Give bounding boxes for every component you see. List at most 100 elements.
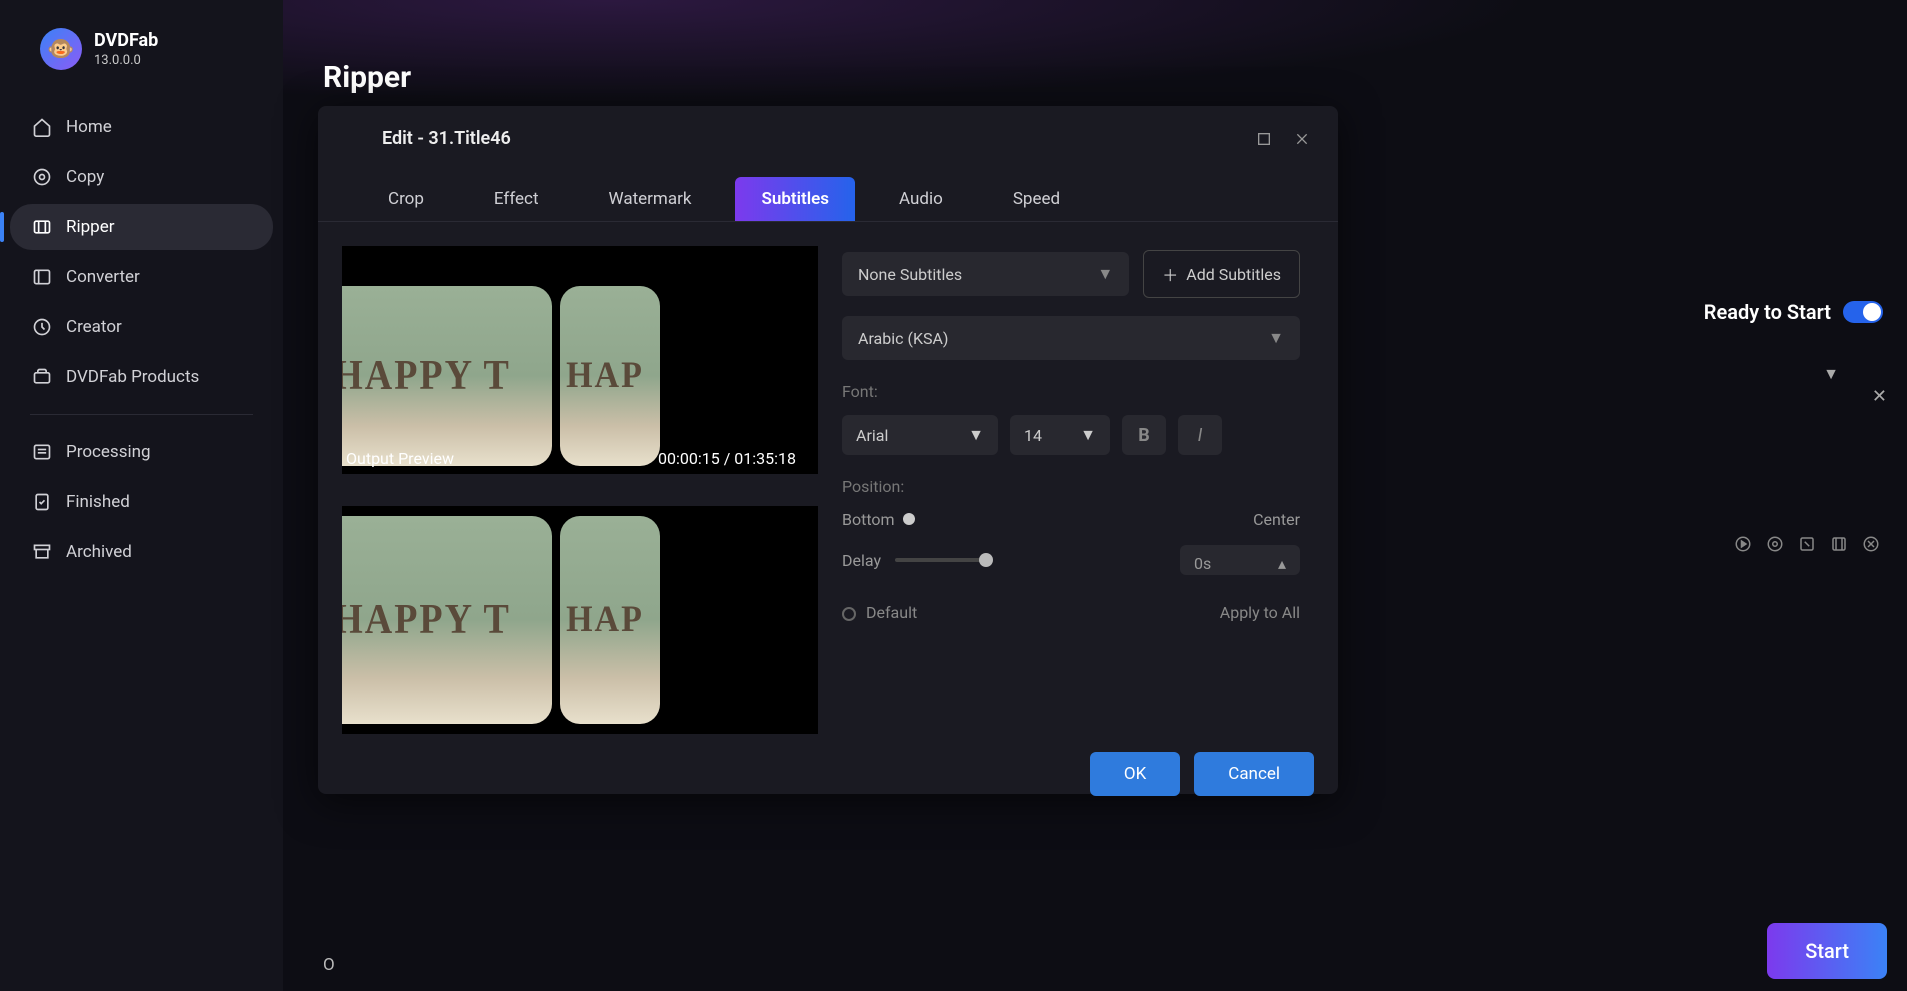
sidebar-item-label: Archived (66, 542, 132, 562)
start-button[interactable]: Start (1767, 923, 1887, 979)
tab-watermark[interactable]: Watermark (583, 177, 718, 221)
add-subtitles-button[interactable]: ＋ Add Subtitles (1143, 250, 1300, 298)
subtitle-select-value: None Subtitles (858, 265, 962, 284)
tab-crop[interactable]: Crop (362, 177, 450, 221)
sidebar-item-label: Creator (66, 317, 122, 337)
processing-icon (32, 442, 52, 462)
page-title: Ripper (323, 60, 1867, 95)
nav-divider (30, 414, 253, 415)
sidebar-item-archived[interactable]: Archived (10, 529, 273, 575)
sidebar-item-processing[interactable]: Processing (10, 429, 273, 475)
home-icon (32, 117, 52, 137)
font-family-value: Arial (856, 426, 888, 445)
crop-icon[interactable] (1829, 534, 1849, 554)
tab-subtitles[interactable]: Subtitles (735, 177, 855, 221)
archived-icon (32, 542, 52, 562)
chevron-down-icon[interactable]: ▼ (1823, 364, 1839, 384)
sidebar-item-label: Copy (66, 167, 104, 187)
chevron-down-icon: ▼ (968, 425, 984, 445)
tab-effect[interactable]: Effect (468, 177, 565, 221)
tab-speed[interactable]: Speed (987, 177, 1086, 221)
modal-header: Edit - 31.Title46 (318, 106, 1338, 159)
creator-icon (32, 317, 52, 337)
converter-icon (32, 267, 52, 287)
default-radio[interactable]: Default (842, 603, 917, 622)
status-toggle[interactable] (1843, 301, 1883, 323)
cancel-button[interactable]: Cancel (1194, 752, 1314, 796)
ok-button[interactable]: OK (1090, 752, 1180, 796)
sidebar-item-creator[interactable]: Creator (10, 304, 273, 350)
bold-button[interactable]: B (1122, 415, 1166, 455)
apply-all-button[interactable]: Apply to All (1220, 603, 1300, 622)
italic-button[interactable]: I (1178, 415, 1222, 455)
sidebar-item-label: Ripper (66, 217, 114, 237)
sidebar-item-label: Finished (66, 492, 130, 512)
delay-value-stepper[interactable]: 0s ▴ (1180, 545, 1300, 575)
remove-icon[interactable] (1861, 534, 1881, 554)
modal-body: PY T HAPPY T HAP Output Preview 00:00:15… (318, 222, 1338, 734)
play-icon[interactable] (1733, 534, 1753, 554)
sidebar-item-label: Home (66, 117, 112, 137)
sidebar-item-products[interactable]: DVDFab Products (10, 354, 273, 400)
plus-icon: ＋ (1162, 262, 1178, 286)
modal-maximize-icon[interactable] (1256, 131, 1272, 147)
sidebar-item-ripper[interactable]: Ripper (10, 204, 273, 250)
sidebar-item-label: Converter (66, 267, 140, 287)
output-preview: PY T HAPPY T HAP Output Preview 00:00:15… (342, 246, 818, 474)
subtitle-controls: None Subtitles ▼ ＋ Add Subtitles Arabic … (838, 246, 1314, 734)
sidebar-item-label: Processing (66, 442, 151, 462)
modal-close-icon[interactable] (1294, 131, 1310, 147)
edit-icon[interactable] (1797, 534, 1817, 554)
font-size-value: 14 (1024, 426, 1042, 445)
frame-text: HAPPY T (342, 596, 511, 644)
delay-label: Delay (842, 551, 881, 570)
font-size-select[interactable]: 14 ▼ (1010, 415, 1110, 455)
font-label: Font: (842, 382, 1300, 401)
position-slider-knob[interactable] (903, 513, 915, 525)
subtitle-select[interactable]: None Subtitles ▼ (842, 252, 1129, 296)
disc-icon (32, 167, 52, 187)
chevron-down-icon: ▼ (1080, 425, 1096, 445)
position-bottom: Bottom (842, 510, 895, 529)
ripper-icon (32, 217, 52, 237)
brand-logo-icon: 🐵 (40, 28, 82, 70)
close-icon[interactable]: ✕ (1872, 386, 1887, 407)
modal-tabs: Crop Effect Watermark Subtitles Audio Sp… (318, 159, 1338, 222)
original-preview: PY T HAPPY T HAP (342, 506, 818, 734)
brand-version: 13.0.0.0 (94, 53, 158, 68)
preview-column: PY T HAPPY T HAP Output Preview 00:00:15… (342, 246, 822, 734)
chevron-down-icon: ▼ (1268, 328, 1284, 348)
item-action-icons (1733, 534, 1881, 554)
sidebar-item-finished[interactable]: Finished (10, 479, 273, 525)
chevron-down-icon: ▼ (1097, 264, 1113, 284)
tab-audio[interactable]: Audio (873, 177, 969, 221)
modal-footer: OK Cancel (318, 734, 1338, 796)
frame-text: HAP (566, 355, 644, 397)
products-icon (32, 367, 52, 387)
add-subtitles-label: Add Subtitles (1186, 265, 1281, 284)
finished-icon (32, 492, 52, 512)
position-center: Center (1253, 510, 1300, 529)
brand: 🐵 DVDFab 13.0.0.0 (0, 20, 283, 94)
frame-text: HAP (566, 599, 644, 641)
font-family-select[interactable]: Arial ▼ (842, 415, 998, 455)
modal-title: Edit - 31.Title46 (382, 128, 511, 149)
preview-time: 00:00:15 / 01:35:18 (658, 449, 796, 468)
nav-primary: Home Copy Ripper Converter Creator (0, 94, 283, 575)
status-panel: Ready to Start (1704, 300, 1883, 324)
sidebar-item-copy[interactable]: Copy (10, 154, 273, 200)
sidebar-item-converter[interactable]: Converter (10, 254, 273, 300)
sidebar-item-home[interactable]: Home (10, 104, 273, 150)
stepper-up-icon: ▴ (1278, 554, 1286, 573)
preview-label: Output Preview (346, 449, 454, 468)
frame-text: HAPPY T (342, 352, 511, 400)
delay-slider[interactable] (895, 558, 987, 562)
edit-modal: Edit - 31.Title46 Crop Effect Watermark … (318, 106, 1338, 794)
sidebar: 🐵 DVDFab 13.0.0.0 Home Copy Ripper (0, 0, 283, 991)
position-label: Position: (842, 477, 1300, 496)
brand-name: DVDFab (94, 30, 158, 51)
status-text: Ready to Start (1704, 300, 1831, 324)
gear-icon[interactable] (1765, 534, 1785, 554)
sidebar-item-label: DVDFab Products (66, 367, 199, 387)
language-select[interactable]: Arabic (KSA) ▼ (842, 316, 1300, 360)
